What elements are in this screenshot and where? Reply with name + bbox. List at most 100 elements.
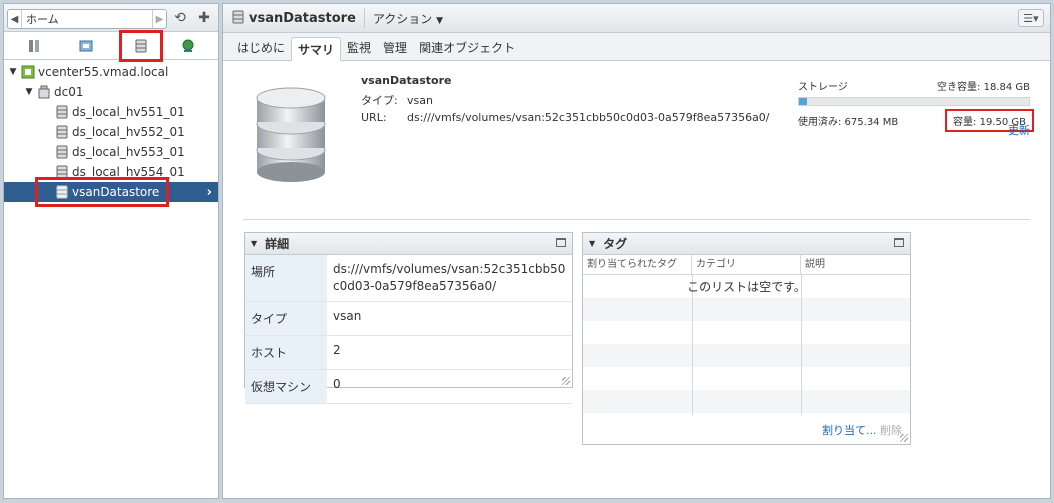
table-row	[583, 298, 910, 321]
chevron-right-icon[interactable]: ›	[207, 185, 212, 200]
details-row: 場所 ds:///vmfs/volumes/vsan:52c351cbb50c0d…	[245, 255, 572, 302]
datastore-label: ds_local_hv553_01	[72, 145, 185, 159]
details-table: 場所 ds:///vmfs/volumes/vsan:52c351cbb50c0d…	[245, 255, 572, 404]
actions-label: アクション	[372, 11, 433, 26]
vms-templates-tab[interactable]	[72, 35, 100, 57]
tree-node-datacenter[interactable]: ▼ dc01	[4, 82, 218, 102]
column-header-category[interactable]: カテゴリ	[692, 255, 801, 274]
forward-arrow-icon[interactable]: ▶	[152, 10, 166, 28]
collapse-arrow-icon[interactable]: ▼	[251, 239, 257, 248]
url-key: URL:	[361, 111, 387, 124]
tab-getting-started[interactable]: はじめに	[231, 36, 291, 60]
back-arrow-icon[interactable]: ◀	[8, 10, 22, 28]
assign-tag-link[interactable]: 割り当て...	[822, 424, 877, 437]
vcenter-icon	[21, 65, 35, 79]
tab-summary[interactable]: サマリ	[291, 37, 342, 61]
tab-related-objects[interactable]: 関連オブジェクト	[413, 36, 521, 60]
home-button[interactable]: ◀ ホーム ▶	[7, 9, 167, 29]
table-row	[583, 321, 910, 344]
object-title: vsanDatastore	[249, 10, 356, 26]
tree-node-datastore[interactable]: ds_local_hv551_01	[4, 102, 218, 122]
datastore-label: ds_local_hv552_01	[72, 125, 185, 139]
datastore-label: ds_local_hv551_01	[72, 105, 185, 119]
url-value: ds:///vmfs/volumes/vsan:52c351cbb50c0d03…	[407, 111, 770, 124]
storage-tab[interactable]	[119, 30, 163, 62]
details-key: タイプ	[245, 301, 327, 336]
details-key: ホスト	[245, 335, 327, 370]
table-row	[583, 390, 910, 413]
tree-node-selected-datastore[interactable]: vsanDatastore ›	[4, 177, 218, 207]
datastore-icon	[55, 125, 69, 139]
type-row: タイプ: vsan	[361, 92, 770, 109]
section-divider	[243, 219, 1030, 220]
datastore-icon	[55, 105, 69, 119]
details-value: ds:///vmfs/volumes/vsan:52c351cbb50c0d03…	[327, 255, 572, 302]
storage-label: ストレージ	[798, 82, 848, 93]
content-panel: vsanDatastore アクション ▼ ☰▾ はじめに サマリ 監視 管理 …	[222, 3, 1051, 499]
tags-table-body: このリストは空です。	[583, 275, 910, 415]
navigator-toolbar: ◀ ホーム ▶ ⟲ ✚	[4, 4, 218, 32]
empty-list-message: このリストは空です。	[687, 280, 806, 294]
tree-node-datastore[interactable]: ds_local_hv552_01	[4, 122, 218, 142]
type-key: タイプ:	[361, 94, 398, 107]
table-row	[583, 344, 910, 367]
datastore-icon	[55, 145, 69, 159]
vcenter-label: vcenter55.vmad.local	[38, 65, 169, 79]
storage-meter: ストレージ 空き容量: 18.84 GB 使用済み: 675.34 MB 容量:…	[798, 78, 1034, 137]
networking-tab[interactable]	[174, 35, 202, 57]
resize-grip-icon[interactable]	[900, 434, 908, 442]
history-icon[interactable]: ⟲	[172, 10, 188, 26]
network-icon	[182, 39, 194, 52]
details-header[interactable]: ▼ 詳細	[245, 233, 572, 255]
details-value: vsan	[327, 301, 572, 336]
actions-menu[interactable]: アクション ▼	[373, 10, 443, 27]
expand-arrow-icon[interactable]: ▼	[8, 67, 18, 77]
inventory-tree: ▼ vcenter55.vmad.local ▼ dc01 ds_local_h…	[4, 60, 218, 207]
collapse-arrow-icon[interactable]: ▼	[589, 239, 595, 248]
storage-bar-fill	[799, 98, 807, 105]
tree-node-datastore[interactable]: ds_local_hv553_01	[4, 142, 218, 162]
details-portlet: ▼ 詳細 場所 ds:///vmfs/volumes/vsan:52c351cbb…	[244, 232, 573, 404]
column-header-description[interactable]: 説明	[801, 255, 910, 274]
details-value: 0	[327, 369, 572, 404]
list-menu-icon: ☰▾	[1023, 11, 1039, 25]
maximize-icon[interactable]	[556, 238, 566, 247]
datastore-info: vsanDatastore タイプ: vsan URL: ds:///vmfs/…	[361, 74, 770, 126]
column-header-assigned-tag[interactable]: 割り当てられたタグ	[583, 255, 692, 274]
object-header: vsanDatastore アクション ▼ ☰▾	[223, 4, 1050, 33]
datastore-icon	[55, 165, 69, 179]
datastore-name: vsanDatastore	[361, 74, 452, 87]
tree-node-datastore[interactable]: ds_local_hv554_01	[4, 162, 218, 182]
tab-monitor[interactable]: 監視	[341, 36, 377, 60]
tab-manage[interactable]: 管理	[377, 36, 413, 60]
column-divider	[692, 275, 693, 415]
object-tabs: はじめに サマリ 監視 管理 関連オブジェクト	[223, 33, 1050, 61]
navigator-panel: ◀ ホーム ▶ ⟲ ✚ ▼ vcenter55.vmad.local ▼ dc0…	[3, 3, 219, 499]
pin-icon[interactable]: ✚	[196, 10, 212, 26]
used-space: 使用済み: 675.34 MB	[798, 117, 899, 128]
tags-header[interactable]: ▼ タグ	[583, 233, 910, 255]
details-row: ホスト 2	[245, 335, 572, 370]
remove-tag-link[interactable]: 削除	[880, 424, 902, 437]
tags-footer: 割り当て... 削除	[822, 422, 902, 438]
details-key: 仮想マシン	[245, 369, 327, 404]
menu-button[interactable]: ☰▾	[1018, 9, 1044, 27]
datacenter-icon	[37, 85, 51, 99]
tree-node-vcenter[interactable]: ▼ vcenter55.vmad.local	[4, 62, 218, 82]
column-divider	[801, 275, 802, 415]
details-value: 2	[327, 335, 572, 370]
type-value: vsan	[407, 94, 433, 107]
details-row: 仮想マシン 0	[245, 369, 572, 404]
summary-section: vsanDatastore タイプ: vsan URL: ds:///vmfs/…	[223, 62, 1050, 212]
hosts-clusters-tab[interactable]	[20, 35, 48, 57]
refresh-link[interactable]: 更新	[1008, 122, 1030, 138]
hosts-icon	[29, 40, 39, 52]
maximize-icon[interactable]	[894, 238, 904, 247]
datastore-label: ds_local_hv554_01	[72, 165, 185, 179]
expand-arrow-icon[interactable]: ▼	[24, 87, 34, 97]
storage-bar	[798, 97, 1030, 106]
details-title: 詳細	[265, 237, 290, 251]
vm-icon	[79, 40, 93, 52]
resize-grip-icon[interactable]	[562, 377, 570, 385]
selected-datastore-label: vsanDatastore	[72, 185, 160, 199]
